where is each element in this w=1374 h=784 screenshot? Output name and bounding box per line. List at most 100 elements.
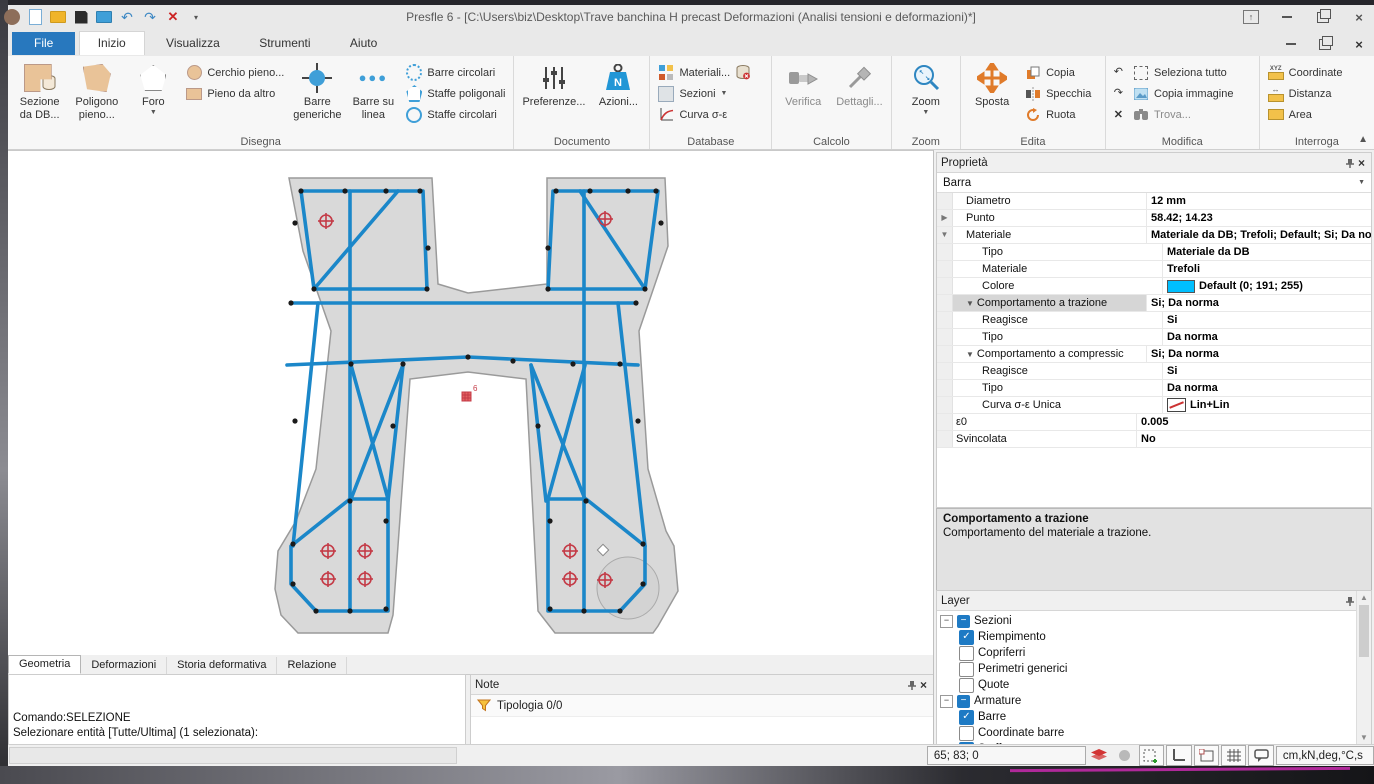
tooltip-icon[interactable]	[1248, 745, 1273, 766]
trova-button[interactable]: Trova...	[1128, 104, 1238, 125]
close-icon[interactable]: ×	[1356, 156, 1367, 170]
scroll-down-icon[interactable]: ▼	[1357, 731, 1371, 744]
sezione-da-db-button[interactable]: Sezione da DB...	[11, 59, 68, 122]
close-button[interactable]: ×	[1350, 9, 1368, 25]
object-selector[interactable]: Barra ▼	[937, 173, 1371, 193]
sezioni-button[interactable]: Sezioni ▼	[653, 83, 756, 104]
restore-button[interactable]	[1314, 9, 1332, 25]
add-to-selection-icon[interactable]	[1139, 745, 1164, 766]
zoom-button[interactable]: ↖↘ Zoom ▼	[898, 59, 954, 118]
ruota-button[interactable]: Ruota	[1020, 104, 1096, 125]
area-button[interactable]: Area	[1263, 104, 1348, 125]
layer-item-coordinate-barre[interactable]: Coordinate barre	[937, 725, 1371, 741]
checkbox-unchecked[interactable]	[959, 646, 974, 661]
checkbox-unchecked[interactable]	[959, 726, 974, 741]
prop-row-comportamento-compressione[interactable]: ▼Comportamento a compressic Si; Da norma	[937, 346, 1371, 363]
staffe-poligonali-button[interactable]: Staffe poligonali	[401, 83, 510, 104]
undo-icon[interactable]: ↶	[1109, 62, 1128, 83]
collapse-icon[interactable]: −	[940, 615, 953, 628]
tab-aiuto[interactable]: Aiuto	[332, 32, 395, 55]
checkbox-unchecked[interactable]	[959, 678, 974, 693]
tab-storia-deformativa[interactable]: Storia deformativa	[167, 657, 277, 674]
prop-row-comportamento-trazione[interactable]: ▼Comportamento a trazione Si; Da norma	[937, 295, 1371, 312]
barre-su-linea-button[interactable]: ●●● Barre su linea	[345, 59, 401, 122]
layer-item-quote[interactable]: Quote	[937, 677, 1371, 693]
database-remove-icon[interactable]	[735, 65, 751, 81]
prop-row-curva[interactable]: Curva σ-ε Unica Lin+Lin	[937, 397, 1371, 414]
redo-icon[interactable]: ↷	[142, 9, 158, 25]
tristate-checkbox[interactable]: −	[957, 695, 970, 708]
prop-row-eps0[interactable]: ε0 0.005	[937, 414, 1371, 431]
drawing-canvas[interactable]: 6	[8, 150, 934, 656]
doc-close-button[interactable]: ×	[1350, 36, 1368, 52]
tab-visualizza[interactable]: Visualizza	[148, 32, 238, 55]
layer-item-riempimento[interactable]: ✓Riempimento	[937, 629, 1371, 645]
collapse-icon[interactable]: ▼	[966, 347, 974, 362]
layer-group-armature[interactable]: −− Armature	[937, 693, 1371, 709]
new-file-icon[interactable]	[27, 9, 43, 25]
scrollbar-thumb[interactable]	[1359, 605, 1369, 657]
undo-icon[interactable]: ↶	[119, 9, 135, 25]
prop-row-reagisce[interactable]: Reagisce Si	[937, 312, 1371, 329]
specchia-button[interactable]: Specchia	[1020, 83, 1096, 104]
scroll-up-icon[interactable]: ▲	[1357, 591, 1371, 604]
distanza-button[interactable]: ↔ Distanza	[1263, 83, 1348, 104]
azioni-button[interactable]: N Azioni...	[590, 59, 646, 110]
copia-button[interactable]: Copia	[1020, 62, 1096, 83]
tab-file[interactable]: File	[12, 32, 75, 55]
grid-snap-icon[interactable]	[1221, 745, 1246, 766]
barre-generiche-button[interactable]: Barre generiche	[289, 59, 345, 122]
checkbox-checked[interactable]: ✓	[959, 630, 974, 645]
lightbulb-icon[interactable]	[1113, 746, 1136, 765]
command-panel[interactable]: Comando:SELEZIONE Selezionare entità [Tu…	[8, 674, 466, 745]
axes-icon[interactable]	[1166, 745, 1191, 766]
collapse-icon[interactable]: ▼	[966, 296, 974, 311]
open-recent-icon[interactable]	[96, 9, 112, 25]
command-input[interactable]	[9, 747, 457, 764]
prop-row-tipo-compressione[interactable]: Tipo Da norma	[937, 380, 1371, 397]
close-icon[interactable]: ×	[918, 678, 929, 692]
verifica-button[interactable]: Verifica	[775, 59, 831, 110]
layer-item-copriferri[interactable]: Copriferri	[937, 645, 1371, 661]
ribbon-options-button[interactable]: ↑	[1242, 9, 1260, 25]
section-drawing[interactable]: 6	[8, 151, 934, 656]
coordinate-button[interactable]: XYZ Coordinate	[1263, 62, 1348, 83]
tab-strumenti[interactable]: Strumenti	[241, 32, 328, 55]
layer-item-barre[interactable]: ✓Barre	[937, 709, 1371, 725]
staffe-circolari-button[interactable]: Staffe circolari	[401, 104, 510, 125]
copia-immagine-button[interactable]: Copia immagine	[1128, 83, 1238, 104]
tab-geometria[interactable]: Geometria	[8, 655, 81, 674]
open-folder-icon[interactable]	[50, 9, 66, 25]
tristate-checkbox[interactable]: −	[957, 615, 970, 628]
poligono-pieno-button[interactable]: Poligono pieno...	[68, 59, 125, 122]
prop-row-punto[interactable]: ▶Punto 58.42; 14.23	[937, 210, 1371, 227]
prop-row-diametro[interactable]: Diametro 12 mm	[937, 193, 1371, 210]
pin-icon[interactable]	[1344, 595, 1356, 607]
pieno-da-altro-button[interactable]: Pieno da altro	[181, 83, 289, 104]
prop-row-colore[interactable]: Colore Default (0; 191; 255)	[937, 278, 1371, 295]
customize-toolbar-icon[interactable]: ▾	[188, 9, 204, 25]
barre-circolari-button[interactable]: Barre circolari	[401, 62, 510, 83]
prop-row-materiale-sub[interactable]: Materiale Trefoli	[937, 261, 1371, 278]
sposta-button[interactable]: Sposta	[964, 59, 1020, 110]
layer-scrollbar[interactable]: ▲ ▼	[1356, 591, 1371, 744]
layer-group-sezioni[interactable]: −− Sezioni	[937, 613, 1371, 629]
prop-row-materiale[interactable]: ▼Materiale Materiale da DB; Trefoli; Def…	[937, 227, 1371, 244]
checkbox-unchecked[interactable]	[959, 662, 974, 677]
ortho-icon[interactable]	[1194, 745, 1219, 766]
layer-item-perimetri-generici[interactable]: Perimetri generici	[937, 661, 1371, 677]
prop-row-svincolata[interactable]: Svincolata No	[937, 431, 1371, 448]
pin-icon[interactable]	[906, 679, 918, 691]
tab-relazione[interactable]: Relazione	[277, 657, 347, 674]
dettagli-button[interactable]: Dettagli...	[831, 59, 887, 110]
save-icon[interactable]	[73, 9, 89, 25]
collapse-icon[interactable]: −	[940, 695, 953, 708]
collapse-icon[interactable]: ▼	[937, 227, 953, 243]
tab-inizio[interactable]: Inizio	[79, 31, 145, 55]
delete-icon[interactable]: ✕	[1109, 104, 1128, 125]
collapse-ribbon-icon[interactable]: ▲	[1358, 134, 1368, 145]
prop-row-tipo-trazione[interactable]: Tipo Da norma	[937, 329, 1371, 346]
cerchio-pieno-button[interactable]: Cerchio pieno...	[181, 62, 289, 83]
tab-deformazioni[interactable]: Deformazioni	[81, 657, 167, 674]
preferenze-button[interactable]: Preferenze...	[517, 59, 590, 110]
